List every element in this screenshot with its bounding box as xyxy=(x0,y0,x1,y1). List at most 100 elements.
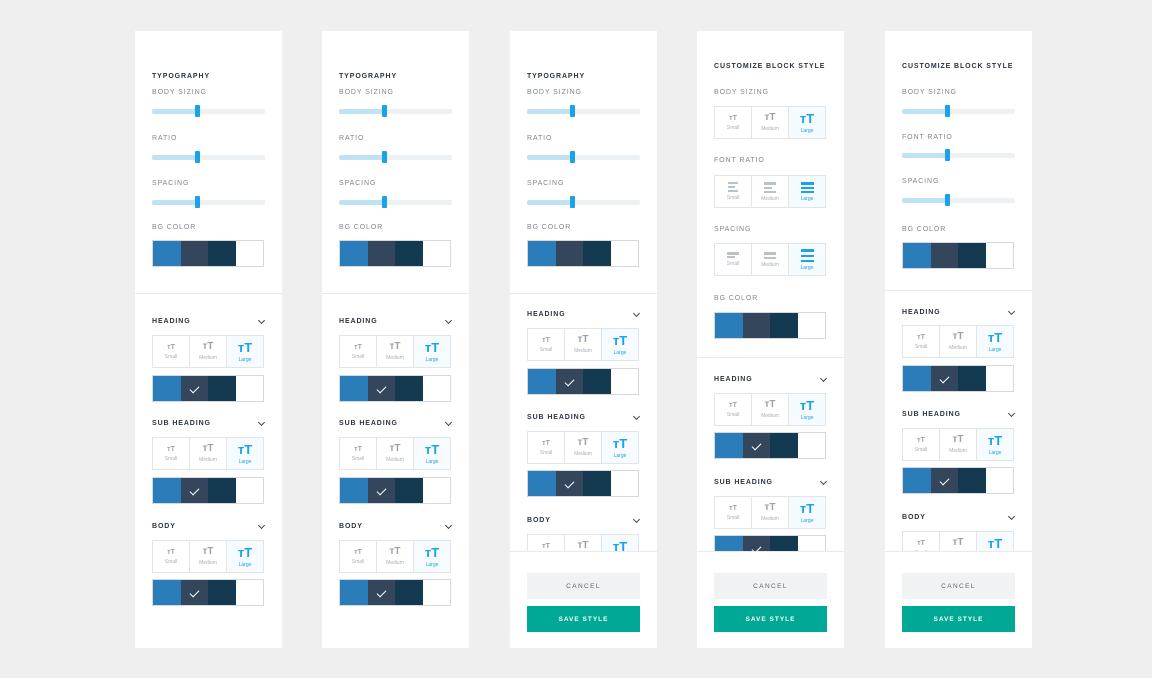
swatch-navy[interactable] xyxy=(395,241,423,266)
size-option-medium[interactable]: тT Medium xyxy=(565,329,602,360)
swatch-white[interactable] xyxy=(797,433,825,458)
swatch-blue[interactable] xyxy=(528,471,556,496)
swatch-slate[interactable] xyxy=(742,433,770,458)
spacing-slider[interactable] xyxy=(339,196,452,208)
swatch-blue[interactable] xyxy=(153,478,181,503)
slider-thumb[interactable] xyxy=(570,151,575,163)
size-option-small[interactable]: тT Small xyxy=(715,497,752,528)
size-option-medium[interactable]: тT Medium xyxy=(190,541,227,572)
chevron-down-icon[interactable] xyxy=(632,412,641,421)
swatch-white[interactable] xyxy=(235,478,263,503)
swatch-blue[interactable] xyxy=(340,580,368,605)
swatch-slate[interactable] xyxy=(555,471,583,496)
font-ratio-slider[interactable] xyxy=(902,149,1015,161)
size-option-medium[interactable]: тT Medium xyxy=(377,336,414,367)
swatch-blue[interactable] xyxy=(903,243,931,268)
size-option-medium[interactable]: тT Medium xyxy=(940,326,977,357)
size-option-medium[interactable]: тT Medium xyxy=(752,107,789,138)
swatch-white[interactable] xyxy=(235,376,263,401)
body-sizing-slider[interactable] xyxy=(527,105,640,117)
size-option-medium[interactable]: тT Medium xyxy=(752,497,789,528)
swatch-blue[interactable] xyxy=(528,369,556,394)
size-option-small[interactable]: тT Small xyxy=(903,326,940,357)
swatch-navy[interactable] xyxy=(395,580,423,605)
chevron-down-icon[interactable] xyxy=(444,521,453,530)
ratio-option-large[interactable]: Large xyxy=(789,176,825,207)
spacing-option-small[interactable]: Small xyxy=(715,244,752,275)
swatch-white[interactable] xyxy=(985,366,1013,391)
swatch-navy[interactable] xyxy=(208,376,236,401)
swatch-slate[interactable] xyxy=(367,241,395,266)
swatch-white[interactable] xyxy=(797,313,825,338)
spacing-slider[interactable] xyxy=(152,196,265,208)
slider-thumb[interactable] xyxy=(382,105,387,117)
swatch-slate[interactable] xyxy=(367,580,395,605)
slider-thumb[interactable] xyxy=(570,196,575,208)
swatch-blue[interactable] xyxy=(715,313,743,338)
swatch-navy[interactable] xyxy=(583,241,611,266)
size-option-large[interactable]: тTLarge xyxy=(789,497,825,528)
slider-thumb[interactable] xyxy=(570,105,575,117)
swatch-slate[interactable] xyxy=(555,241,583,266)
size-option-small[interactable]: тT Small xyxy=(903,429,940,460)
swatch-blue[interactable] xyxy=(340,241,368,266)
swatch-white[interactable] xyxy=(985,243,1013,268)
swatch-blue[interactable] xyxy=(153,376,181,401)
swatch-navy[interactable] xyxy=(208,478,236,503)
size-option-large[interactable]: тTLarge xyxy=(977,326,1013,357)
size-option-medium[interactable]: тT Medium xyxy=(565,432,602,463)
size-option-medium[interactable]: тT Medium xyxy=(190,336,227,367)
body-sizing-slider[interactable] xyxy=(152,105,265,117)
swatch-blue[interactable] xyxy=(153,241,181,266)
size-option-small[interactable]: тT Small xyxy=(715,107,752,138)
swatch-navy[interactable] xyxy=(395,478,423,503)
swatch-navy[interactable] xyxy=(208,580,236,605)
size-option-medium[interactable]: тT Medium xyxy=(377,541,414,572)
size-option-medium[interactable]: тT Medium xyxy=(940,429,977,460)
swatch-white[interactable] xyxy=(422,241,450,266)
swatch-navy[interactable] xyxy=(958,243,986,268)
chevron-down-icon[interactable] xyxy=(819,374,828,383)
size-option-large[interactable]: тTLarge xyxy=(789,107,825,138)
swatch-blue[interactable] xyxy=(528,241,556,266)
save-style-button[interactable]: SAVE STYLE xyxy=(527,606,640,632)
chevron-down-icon[interactable] xyxy=(257,418,266,427)
save-style-button[interactable]: SAVE STYLE xyxy=(714,606,827,632)
swatch-slate[interactable] xyxy=(367,478,395,503)
size-option-small[interactable]: тT Small xyxy=(153,541,190,572)
swatch-white[interactable] xyxy=(422,376,450,401)
swatch-white[interactable] xyxy=(235,580,263,605)
swatch-navy[interactable] xyxy=(958,468,986,493)
slider-thumb[interactable] xyxy=(382,151,387,163)
swatch-slate[interactable] xyxy=(742,313,770,338)
swatch-white[interactable] xyxy=(610,241,638,266)
size-option-small[interactable]: тT Small xyxy=(528,432,565,463)
swatch-slate[interactable] xyxy=(180,376,208,401)
chevron-down-icon[interactable] xyxy=(819,477,828,486)
size-option-large[interactable]: тTLarge xyxy=(977,429,1013,460)
swatch-slate[interactable] xyxy=(930,243,958,268)
swatch-blue[interactable] xyxy=(153,580,181,605)
size-option-small[interactable]: тT Small xyxy=(153,336,190,367)
chevron-down-icon[interactable] xyxy=(444,418,453,427)
spacing-slider[interactable] xyxy=(527,196,640,208)
slider-thumb[interactable] xyxy=(945,105,950,117)
size-option-large[interactable]: тTLarge xyxy=(789,394,825,425)
chevron-down-icon[interactable] xyxy=(632,309,641,318)
slider-thumb[interactable] xyxy=(195,196,200,208)
swatch-white[interactable] xyxy=(985,468,1013,493)
swatch-navy[interactable] xyxy=(583,369,611,394)
swatch-slate[interactable] xyxy=(180,580,208,605)
size-option-medium[interactable]: тT Medium xyxy=(190,438,227,469)
size-option-large[interactable]: тTLarge xyxy=(414,336,450,367)
swatch-navy[interactable] xyxy=(583,471,611,496)
swatch-navy[interactable] xyxy=(395,376,423,401)
chevron-down-icon[interactable] xyxy=(1007,307,1016,316)
size-option-small[interactable]: тT Small xyxy=(340,541,377,572)
swatch-slate[interactable] xyxy=(180,478,208,503)
slider-thumb[interactable] xyxy=(195,151,200,163)
body-sizing-slider[interactable] xyxy=(339,105,452,117)
chevron-down-icon[interactable] xyxy=(257,521,266,530)
swatch-blue[interactable] xyxy=(903,468,931,493)
swatch-white[interactable] xyxy=(235,241,263,266)
